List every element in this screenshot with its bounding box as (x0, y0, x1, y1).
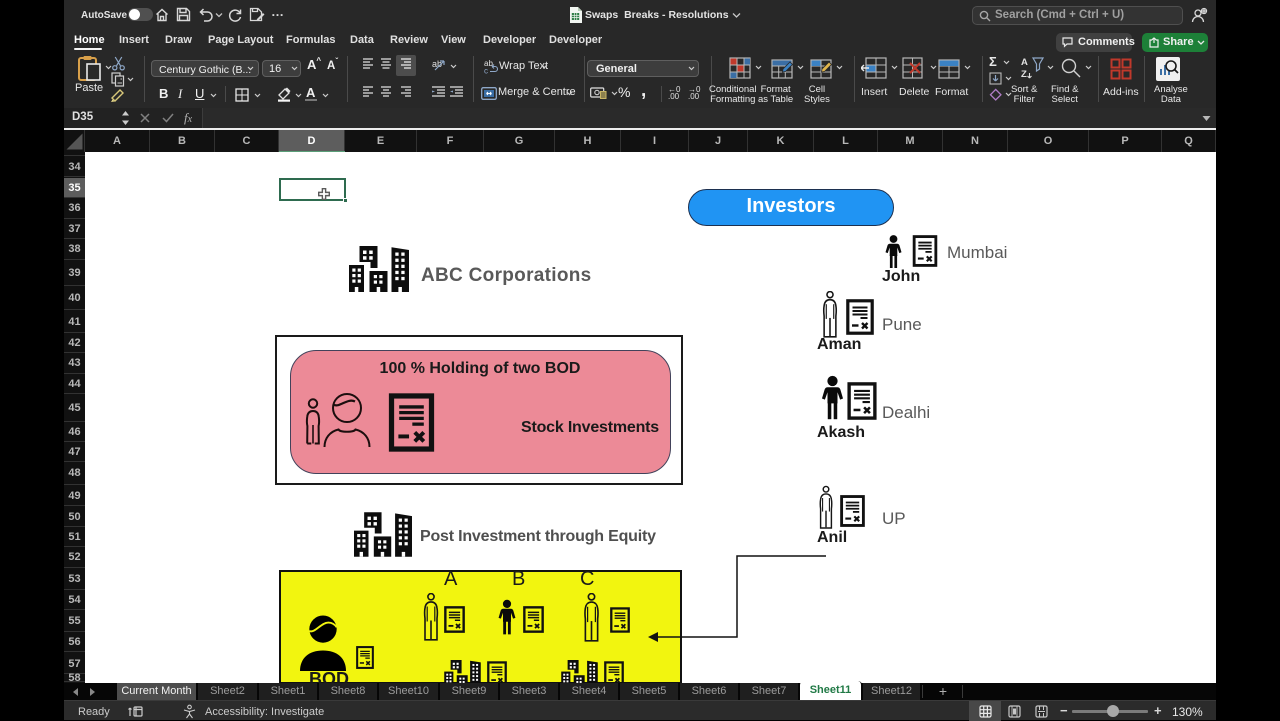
svg-text:Z: Z (1021, 69, 1027, 80)
svg-text:A: A (1021, 57, 1028, 68)
svg-text:c: c (484, 67, 488, 75)
